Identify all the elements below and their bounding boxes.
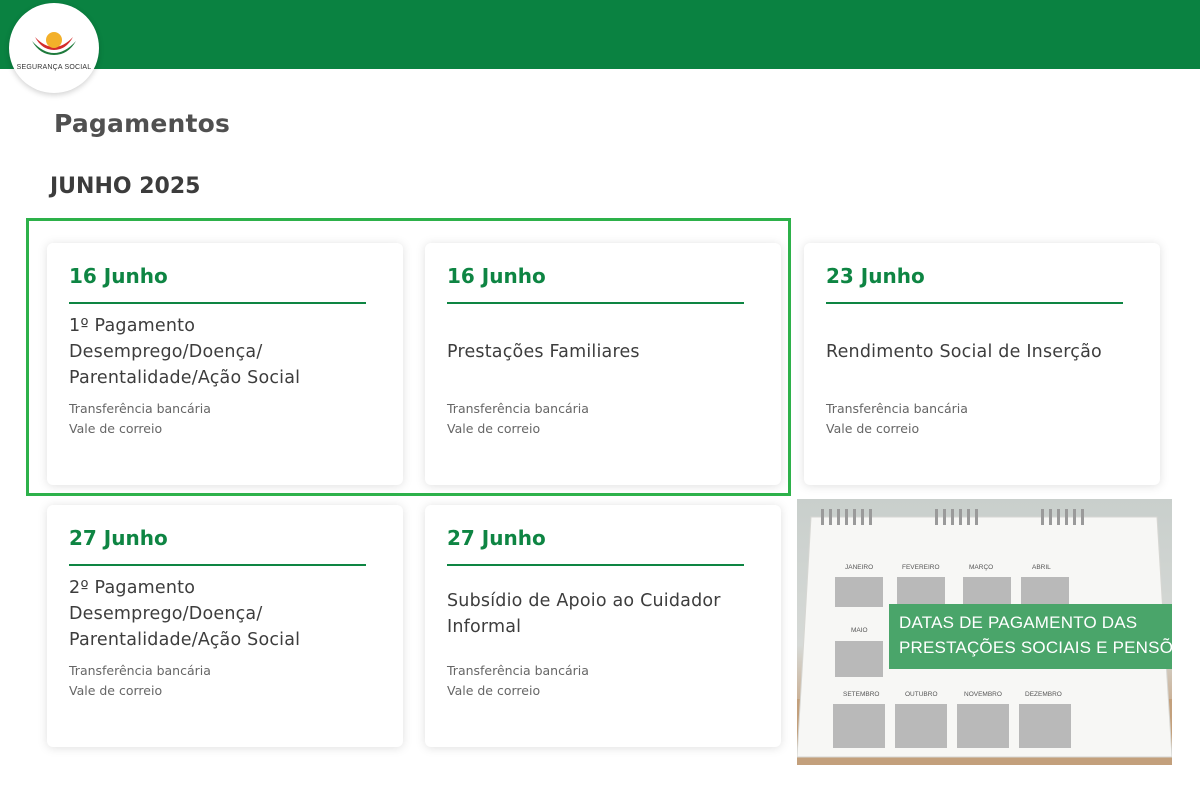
payment-method: Transferência bancária: [69, 401, 211, 416]
payment-title-line: Parentalidade/Ação Social: [69, 368, 301, 388]
payment-card[interactable]: 23 Junho Rendimento Social de Inserção T…: [804, 243, 1160, 485]
payment-card[interactable]: 16 Junho 1º Pagamento Desemprego/Doença/…: [47, 243, 403, 485]
payment-title-line: Desemprego/Doença/: [69, 342, 263, 362]
payment-card[interactable]: 27 Junho 2º Pagamento Desemprego/Doença/…: [47, 505, 403, 747]
seguranca-social-logo[interactable]: SEGURANÇA SOCIAL: [9, 3, 99, 93]
divider: [69, 302, 366, 304]
payment-title: Subsídio de Apoio ao Cuidador Informal: [447, 588, 721, 640]
calendar-month-label: MAIO: [851, 627, 868, 634]
payment-title-line: Subsídio de Apoio ao Cuidador: [447, 591, 721, 611]
promo-banner-line: PRESTAÇÕES SOCIAIS E PENSÕES: [899, 638, 1172, 657]
payment-title-line: Parentalidade/Ação Social: [69, 630, 301, 650]
divider: [69, 564, 366, 566]
promo-banner: DATAS DE PAGAMENTO DAS PRESTAÇÕES SOCIAI…: [889, 604, 1172, 669]
calendar-month-label: DEZEMBRO: [1025, 691, 1062, 698]
payment-method: Vale de correio: [69, 683, 163, 698]
payment-date: 16 Junho: [447, 264, 546, 288]
payment-method: Vale de correio: [826, 421, 920, 436]
divider: [826, 302, 1123, 304]
calendar-month-label: OUTUBRO: [905, 691, 938, 698]
payment-title-line: 1º Pagamento: [69, 316, 196, 336]
payment-date: 27 Junho: [69, 526, 168, 550]
month-heading: JUNHO 2025: [50, 174, 201, 199]
payment-title: 1º Pagamento Desemprego/Doença/ Parental…: [69, 313, 300, 391]
payment-date: 16 Junho: [69, 264, 168, 288]
payment-date: 23 Junho: [826, 264, 925, 288]
payment-date: 27 Junho: [447, 526, 546, 550]
promo-banner-line: DATAS DE PAGAMENTO DAS: [899, 613, 1138, 632]
payment-card[interactable]: 16 Junho Prestações Familiares Transferê…: [425, 243, 781, 485]
payment-dates-calendar-banner[interactable]: JANEIRO FEVEREIRO MARÇO ABRIL MAIO SETEM…: [797, 499, 1172, 765]
payment-title: Rendimento Social de Inserção: [826, 339, 1102, 365]
payment-card[interactable]: 27 Junho Subsídio de Apoio ao Cuidador I…: [425, 505, 781, 747]
payment-method: Transferência bancária: [447, 401, 589, 416]
calendar-month-label: SETEMBRO: [843, 691, 879, 698]
calendar-month-label: FEVEREIRO: [902, 564, 940, 571]
payment-method: Transferência bancária: [447, 663, 589, 678]
payment-title: Prestações Familiares: [447, 339, 640, 365]
payment-method: Vale de correio: [447, 683, 541, 698]
payment-title-line: Rendimento Social de Inserção: [826, 342, 1102, 362]
calendar-month-label: MARÇO: [969, 564, 993, 571]
payment-title-line: Prestações Familiares: [447, 342, 640, 362]
payment-title: 2º Pagamento Desemprego/Doença/ Parental…: [69, 575, 300, 653]
payment-title-line: 2º Pagamento: [69, 578, 196, 598]
payment-method: Vale de correio: [447, 421, 541, 436]
payment-method: Transferência bancária: [826, 401, 968, 416]
logo-icon: [32, 32, 76, 55]
payment-title-line: Desemprego/Doença/: [69, 604, 263, 624]
calendar-month-label: NOVEMBRO: [964, 691, 1002, 698]
page-title: Pagamentos: [54, 109, 231, 138]
calendar-month-label: JANEIRO: [845, 564, 873, 571]
payment-method: Transferência bancária: [69, 663, 211, 678]
calendar-month-label: ABRIL: [1032, 564, 1051, 571]
divider: [447, 564, 744, 566]
divider: [447, 302, 744, 304]
logo-text: SEGURANÇA SOCIAL: [16, 64, 92, 71]
top-header-bar: [0, 0, 1200, 69]
payment-title-line: Informal: [447, 617, 522, 637]
payment-method: Vale de correio: [69, 421, 163, 436]
